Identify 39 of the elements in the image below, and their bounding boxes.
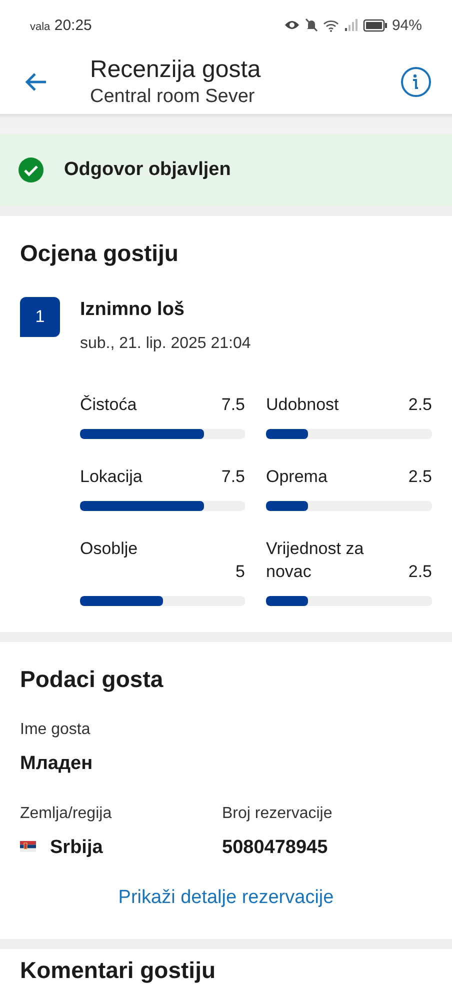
category-name: Lokacija (80, 466, 142, 488)
back-arrow-icon[interactable] (24, 72, 48, 92)
category-score: 2.5 (408, 466, 432, 488)
category-name: Osoblje (80, 538, 138, 560)
field-label: Ime gosta (20, 721, 92, 740)
category-name: Oprema (266, 466, 328, 488)
status-time: vala 20:25 (30, 16, 92, 34)
guest-name: Младен (20, 753, 94, 776)
field-label: Zemlja/regija (20, 805, 113, 824)
booking-details-link[interactable]: Prikaži detalje rezervacije (118, 887, 334, 910)
check-circle-icon (18, 157, 44, 183)
info-icon[interactable] (400, 66, 432, 98)
section-heading: Podaci gosta (20, 666, 164, 694)
category-score: 2.5 (408, 561, 432, 584)
booking-number: 5080478945 (222, 837, 329, 860)
page-title: Recenzija gosta (90, 56, 262, 84)
page-subtitle: Central room Sever (90, 86, 256, 108)
signal-icon (344, 19, 358, 31)
score-badge: 1 (20, 297, 60, 337)
category-score: 5 (236, 561, 245, 584)
wifi-icon (322, 18, 339, 32)
category-score: 2.5 (408, 394, 432, 416)
field-label: Broj rezervacije (222, 805, 332, 824)
category-score: 7.5 (221, 394, 245, 416)
eye-icon (284, 19, 300, 31)
muted-bell-icon (304, 18, 318, 32)
rating-verdict: Iznimno loš (80, 299, 186, 321)
banner-text: Odgovor objavljen (64, 159, 231, 181)
category-score: 7.5 (221, 466, 245, 488)
section-heading: Komentari gostiju (20, 957, 217, 984)
battery-level: 94% (392, 16, 422, 34)
battery-icon (362, 18, 387, 32)
category-name: Čistoća (80, 394, 137, 416)
flag-icon (20, 840, 36, 852)
category-name: Udobnost (266, 394, 339, 416)
category-name: Vrijednost za novac (266, 538, 365, 584)
country-name: Srbija (50, 837, 103, 860)
section-heading: Ocjena gostiju (20, 240, 180, 267)
review-date: sub., 21. lip. 2025 21:04 (80, 335, 251, 353)
